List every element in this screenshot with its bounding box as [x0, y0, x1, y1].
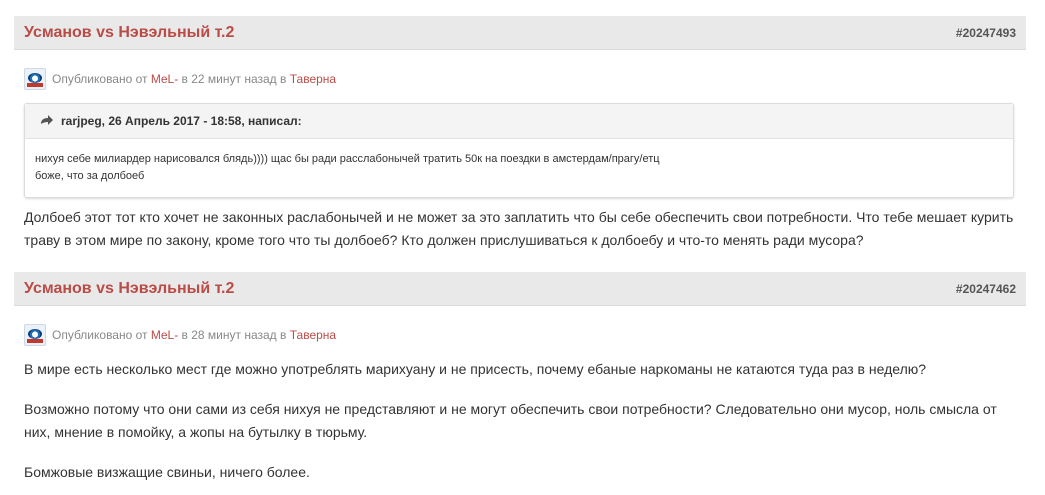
post-header: Усманов vs Нэвэльный т.2 #20247462 — [14, 272, 1026, 306]
quote-block: rarjpeg, 26 Апрель 2017 - 18:58, написал… — [24, 103, 1014, 198]
post-meta: Опубликовано от MeL- в 22 минут назад в … — [24, 67, 1026, 91]
quote-author-text: rarjpeg, 26 Апрель 2017 - 18:58, написал… — [61, 114, 302, 128]
author-link[interactable]: MeL- — [151, 328, 178, 342]
avatar-icon[interactable] — [24, 68, 46, 90]
quote-header: rarjpeg, 26 Апрель 2017 - 18:58, написал… — [25, 104, 1013, 139]
post-paragraph: Бомжовые визжащие свиньи, ничего более. — [24, 464, 310, 480]
post-body: Долбоеб этот тот кто хочет не законных р… — [24, 206, 1026, 252]
post-title-link[interactable]: Усманов vs Нэвэльный т.2 — [24, 280, 234, 298]
post-paragraph: Возможно потому что они сами из себя них… — [24, 401, 997, 440]
post: Усманов vs Нэвэльный т.2 #20247462 Опубл… — [14, 272, 1026, 484]
forum-link[interactable]: Таверна — [290, 72, 336, 86]
post-paragraph: В мире есть несколько мест где можно упо… — [24, 361, 927, 377]
meta-prefix: Опубликовано от — [52, 72, 151, 86]
quote-body: нихуя себе милиардер нарисовался блядь))… — [25, 139, 1013, 197]
quote-arrow-icon — [41, 115, 53, 125]
post: Усманов vs Нэвэльный т.2 #20247493 Опубл… — [14, 16, 1026, 252]
post-body: В мире есть несколько мест где можно упо… — [24, 358, 1026, 484]
post-meta: Опубликовано от MeL- в 28 минут назад в … — [24, 323, 1026, 347]
author-link[interactable]: MeL- — [151, 72, 178, 86]
forum-link[interactable]: Таверна — [290, 328, 336, 342]
post-id-link[interactable]: #20247493 — [956, 26, 1016, 40]
meta-time: в 28 минут назад в — [178, 328, 290, 342]
post-title-link[interactable]: Усманов vs Нэвэльный т.2 — [24, 24, 234, 42]
avatar-icon[interactable] — [24, 324, 46, 346]
meta-prefix: Опубликовано от — [52, 328, 151, 342]
meta-time: в 22 минут назад в — [178, 72, 290, 86]
quote-line: нихуя себе милиардер нарисовался блядь))… — [35, 153, 660, 165]
quote-line: боже, что за долбоеб — [35, 170, 145, 182]
post-id-link[interactable]: #20247462 — [956, 282, 1016, 296]
post-header: Усманов vs Нэвэльный т.2 #20247493 — [14, 16, 1026, 50]
post-paragraph: Долбоеб этот тот кто хочет не законных р… — [24, 209, 1014, 248]
